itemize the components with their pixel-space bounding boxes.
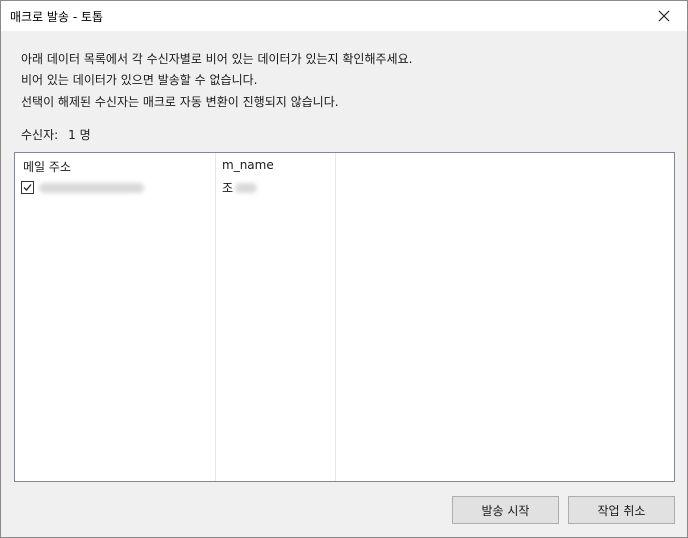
- start-send-button[interactable]: 발송 시작: [452, 496, 559, 524]
- recipient-count-label: 수신자:: [21, 128, 59, 142]
- close-button[interactable]: [641, 1, 687, 31]
- column-separator: [215, 153, 216, 481]
- instruction-line-1: 아래 데이터 목록에서 각 수신자별로 비어 있는 데이터가 있는지 확인해주세…: [21, 52, 413, 66]
- macro-send-dialog: 매크로 발송 - 토톱 아래 데이터 목록에서 각 수신자별로 비어 있는 데이…: [0, 0, 688, 538]
- instruction-line-2: 비어 있는 데이터가 있으면 발송할 수 없습니다.: [21, 73, 258, 87]
- title-bar: 매크로 발송 - 토톱: [1, 1, 687, 31]
- instruction-line-3: 선택이 해제된 수신자는 매크로 자동 변환이 진행되지 않습니다.: [21, 95, 339, 109]
- redacted-email: [39, 183, 144, 193]
- cell-m-name: 조: [222, 181, 234, 195]
- checkmark-icon: [23, 184, 32, 191]
- recipient-count: 수신자: 1 명: [21, 126, 91, 143]
- column-separator: [335, 153, 336, 481]
- recipient-count-value: 1 명: [68, 128, 91, 142]
- column-header-email[interactable]: 메일 주소: [23, 158, 71, 175]
- recipient-list[interactable]: 메일 주소 m_name 조: [14, 152, 675, 482]
- column-header-m-name[interactable]: m_name: [222, 158, 274, 172]
- window-title: 매크로 발송 - 토톱: [10, 10, 104, 24]
- row-checkbox[interactable]: [21, 181, 34, 194]
- cancel-task-button[interactable]: 작업 취소: [568, 496, 675, 524]
- redacted-name: [235, 183, 257, 193]
- close-icon: [658, 10, 670, 22]
